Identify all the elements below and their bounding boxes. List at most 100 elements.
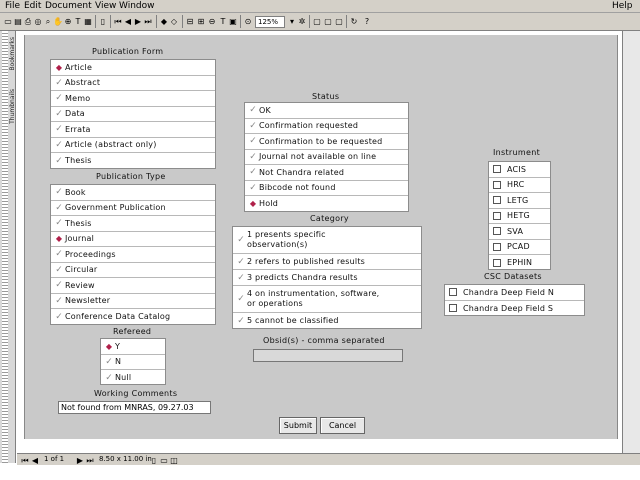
prev-page-icon[interactable]: ◀ [123, 16, 133, 27]
publication-type-option[interactable]: ✓ Thesis [51, 216, 215, 232]
publication-type-option[interactable]: ✓ Review [51, 278, 215, 294]
publication-form-option[interactable]: ✓ Article (abstract only) [51, 138, 215, 153]
menu-view[interactable]: View [95, 1, 116, 11]
zoom-magnifier-icon[interactable]: ⊙ [243, 16, 253, 27]
checkbox[interactable] [493, 227, 501, 236]
menu-help[interactable]: Help [612, 1, 633, 11]
check-icon: ✓ [55, 155, 63, 166]
instrument-option[interactable]: ACIS [489, 162, 550, 178]
instrument-option[interactable]: HRC [489, 178, 550, 193]
open-icon[interactable]: ▭ [3, 16, 13, 27]
check-icon: ✓ [237, 315, 245, 326]
actual-size-icon[interactable]: ▢ [312, 16, 322, 27]
fit-page-icon[interactable]: ▢ [323, 16, 333, 27]
check-icon: ✓ [249, 120, 257, 131]
check-icon: ✓ [55, 280, 63, 291]
publication-type-option[interactable]: ✓ Circular [51, 263, 215, 278]
publication-form-option[interactable]: ✓ Errata [51, 122, 215, 138]
instrument-option[interactable]: HETG [489, 209, 550, 224]
refereed-option[interactable]: ✓ Null [101, 370, 165, 386]
cancel-button[interactable]: Cancel [320, 417, 365, 434]
page-icon[interactable]: ▯ [98, 16, 108, 27]
category-option[interactable]: ✓ 4 on instrumentation, software, or oper… [233, 286, 421, 313]
check-icon: ✓ [55, 202, 63, 213]
zoom-dropdown-icon[interactable]: ▾ [287, 16, 297, 27]
status-option[interactable]: ✓ Bibcode not found [245, 181, 408, 196]
obsid-field[interactable] [253, 349, 403, 362]
status-option[interactable]: ✓ Not Chandra related [245, 165, 408, 181]
tab-bookmarks[interactable]: Bookmarks [9, 37, 16, 71]
publication-type-option[interactable]: ✓ Proceedings [51, 247, 215, 263]
text-select-icon[interactable]: T [73, 16, 83, 27]
graphics-select-icon[interactable]: ▦ [83, 16, 93, 27]
category-option[interactable]: ✓ 3 predicts Chandra results [233, 270, 421, 286]
fit-width-icon[interactable]: ▢ [334, 16, 344, 27]
zoom-out-icon[interactable]: ⊖ [207, 16, 217, 27]
checkbox[interactable] [493, 242, 501, 251]
menu-edit[interactable]: Edit [24, 1, 41, 11]
type-icon[interactable]: T [218, 16, 228, 27]
menu-document[interactable]: Document [45, 1, 92, 11]
back-icon[interactable]: ◆ [159, 16, 169, 27]
publication-form-option[interactable]: ✓ Memo [51, 91, 215, 107]
menu-window[interactable]: Window [119, 1, 155, 11]
checkbox[interactable] [493, 180, 501, 189]
publication-type-option[interactable]: ✓ Newsletter [51, 294, 215, 309]
help-icon[interactable]: ? [362, 16, 372, 27]
zoom-input[interactable]: 125% [255, 16, 285, 28]
publication-form-option[interactable]: ✓ Abstract [51, 76, 215, 91]
checkbox[interactable] [493, 196, 501, 205]
csc-dataset-option[interactable]: Chandra Deep Field S [445, 301, 584, 317]
zoom-in-icon[interactable]: ⊞ [196, 16, 206, 27]
publication-form-option[interactable]: ✓ Thesis [51, 153, 215, 169]
status-option[interactable]: ✓ Confirmation requested [245, 119, 408, 134]
search-icon[interactable]: ⌕ [43, 16, 53, 27]
status-option[interactable]: ✓ Journal not available on line [245, 150, 408, 165]
publication-type-option[interactable]: ✓ Conference Data Catalog [51, 309, 215, 325]
checkbox[interactable] [493, 211, 501, 220]
instrument-option[interactable]: EPHIN [489, 255, 550, 271]
checkbox[interactable] [493, 165, 501, 174]
publication-type-option[interactable]: ✓ Book [51, 185, 215, 201]
form-icon[interactable]: ▣ [228, 16, 238, 27]
publication-type-option[interactable]: ✓ Government Publication [51, 201, 215, 216]
pane-splitter[interactable] [2, 31, 8, 463]
checkbox[interactable] [449, 304, 457, 313]
category-option[interactable]: ✓ 2 refers to published results [233, 254, 421, 270]
settings-icon[interactable]: ✲ [297, 16, 307, 27]
instrument-option[interactable]: SVA [489, 224, 550, 240]
menu-file[interactable]: File [5, 1, 20, 11]
publication-form-option[interactable]: ◆ Article [51, 60, 215, 76]
refereed-option[interactable]: ✓ N [101, 355, 165, 370]
tab-thumbnails[interactable]: Thumbnails [9, 89, 16, 124]
status-option[interactable]: ✓ OK [245, 103, 408, 119]
status-option[interactable]: ✓ Confirmation to be requested [245, 134, 408, 150]
check-icon: ✓ [55, 264, 63, 275]
category-option[interactable]: ✓ 5 cannot be classified [233, 313, 421, 328]
instrument-option[interactable]: PCAD [489, 240, 550, 255]
publication-type-list: ✓ Book ✓ Government Publication ✓ Thesis ◆ J… [50, 184, 216, 325]
working-comments-field[interactable]: Not found from MNRAS, 09.27.03 [58, 401, 211, 414]
print-icon[interactable]: ⎙ [23, 16, 33, 27]
publication-form-option[interactable]: ✓ Data [51, 107, 215, 122]
zoom-tool-icon[interactable]: ⊕ [63, 16, 73, 27]
save-icon[interactable]: ▤ [13, 16, 23, 27]
thumbnail-icon[interactable]: ⊟ [185, 16, 195, 27]
instrument-option[interactable]: LETG [489, 193, 550, 209]
publication-type-option[interactable]: ◆ Journal [51, 232, 215, 247]
first-page-icon[interactable]: ⏮ [113, 16, 123, 27]
rotate-icon[interactable]: ↻ [349, 16, 359, 27]
hand-tool-icon[interactable]: ✋ [53, 16, 63, 27]
forward-icon[interactable]: ◇ [169, 16, 179, 27]
last-page-icon[interactable]: ⏭ [143, 16, 153, 27]
checkbox[interactable] [493, 258, 501, 267]
status-option[interactable]: ◆ Hold [245, 196, 408, 212]
csc-dataset-option[interactable]: Chandra Deep Field N [445, 285, 584, 301]
next-page-icon[interactable]: ▶ [133, 16, 143, 27]
find-icon[interactable]: ◎ [33, 16, 43, 27]
category-option[interactable]: ✓ 1 presents specific observation(s) [233, 227, 421, 254]
vertical-scrollbar[interactable] [622, 31, 640, 463]
refereed-option[interactable]: ◆ Y [101, 339, 165, 355]
checkbox[interactable] [449, 288, 457, 297]
submit-button[interactable]: Submit [279, 417, 317, 434]
